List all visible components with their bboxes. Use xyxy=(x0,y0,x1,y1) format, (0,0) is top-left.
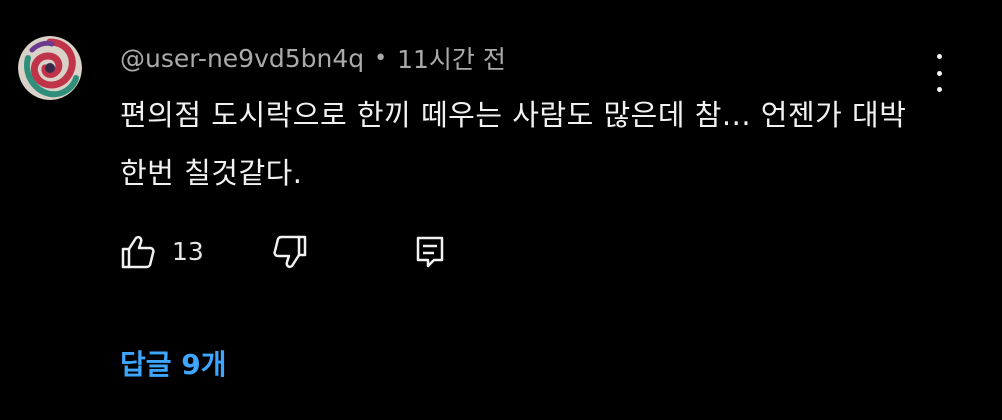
like-button[interactable] xyxy=(118,232,158,272)
comment-text: 편의점 도시락으로 한끼 떼우는 사람도 많은데 참... 언젠가 대박 한번 … xyxy=(120,98,907,190)
author-name[interactable]: @user-ne9vd5bn4q xyxy=(120,44,364,73)
thumbs-up-icon xyxy=(121,235,155,269)
view-replies-link[interactable]: 답글 9개 xyxy=(120,345,227,385)
comment-timestamp[interactable]: 11시간 전 xyxy=(397,40,506,76)
swirl-avatar-icon xyxy=(18,36,82,100)
vertical-dots-icon xyxy=(936,54,942,59)
comment-header: @user-ne9vd5bn4q • 11시간 전 xyxy=(120,40,506,76)
avatar[interactable] xyxy=(18,36,82,100)
comment-reply-icon xyxy=(416,236,444,268)
like-count: 13 xyxy=(172,237,204,266)
thumbs-down-icon xyxy=(273,235,307,269)
reply-button[interactable] xyxy=(410,232,450,272)
separator-dot: • xyxy=(374,45,388,71)
dislike-button[interactable] xyxy=(270,232,310,272)
